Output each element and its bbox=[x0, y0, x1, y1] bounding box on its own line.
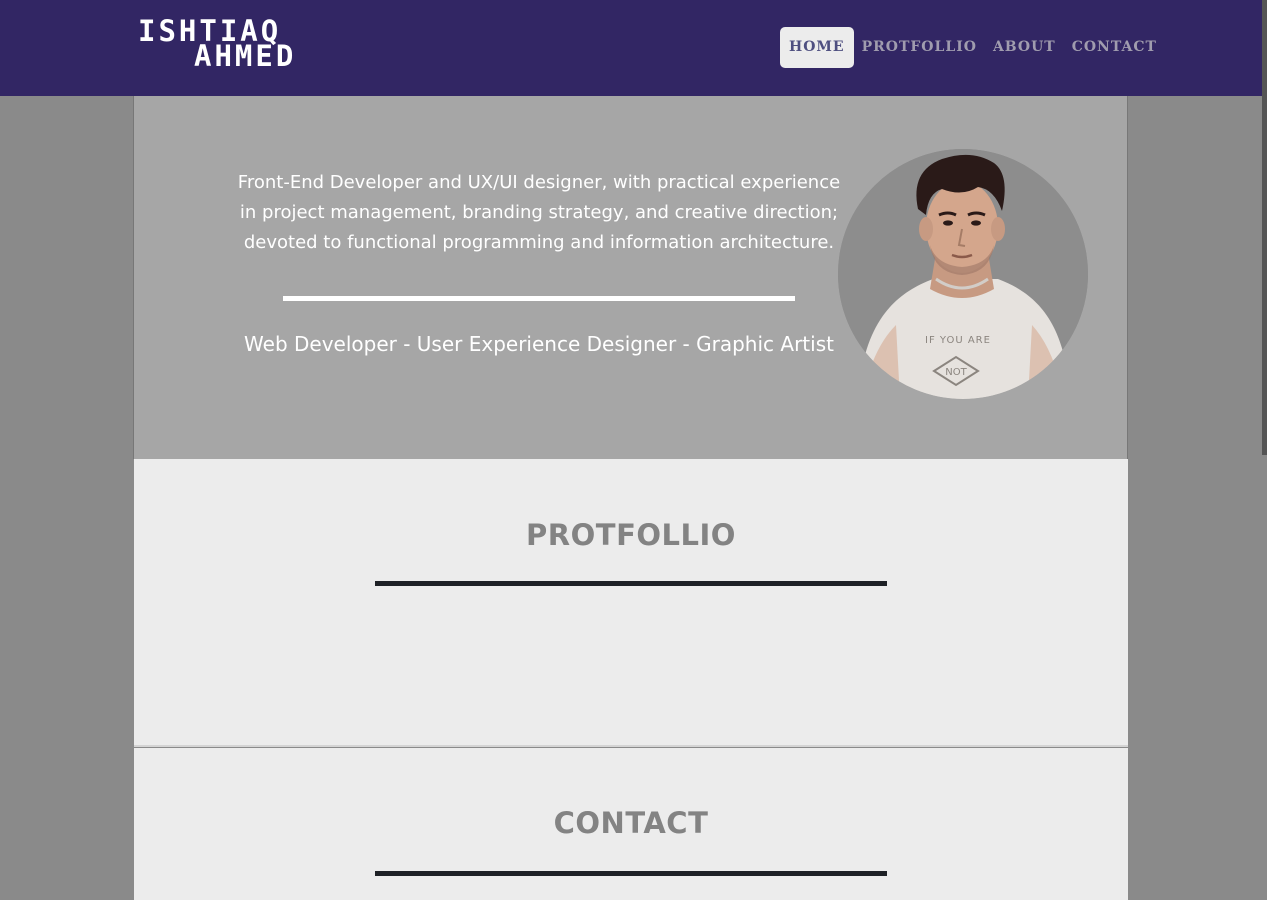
profile-photo-illustration: IF YOU ARE NOT bbox=[838, 149, 1088, 399]
hero-intro-text: Front-End Developer and UX/UI designer, … bbox=[237, 172, 841, 253]
nav-home-link[interactable]: HOME bbox=[780, 27, 854, 68]
contact-divider bbox=[375, 871, 887, 876]
portfolio-section: PROTFOLLIO bbox=[134, 459, 1128, 747]
nav-portfolio-link[interactable]: PROTFOLLIO bbox=[854, 27, 985, 68]
contact-heading: CONTACT bbox=[553, 806, 709, 840]
top-navbar: ISHTIAQ AHMED HOME PROTFOLLIO ABOUT CONT… bbox=[0, 0, 1262, 96]
scrollbar-thumb[interactable] bbox=[1262, 0, 1267, 455]
portfolio-divider bbox=[375, 581, 887, 586]
portfolio-heading: PROTFOLLIO bbox=[526, 518, 736, 552]
hero-roles-text: Web Developer - User Experience Designer… bbox=[244, 332, 834, 356]
page-container: Front-End Developer and UX/UI designer, … bbox=[133, 96, 1128, 900]
profile-avatar: IF YOU ARE NOT bbox=[838, 149, 1088, 399]
hero-divider bbox=[283, 296, 795, 301]
nav-about-link[interactable]: ABOUT bbox=[985, 27, 1064, 68]
main-nav: HOME PROTFOLLIO ABOUT CONTACT bbox=[780, 27, 1165, 68]
contact-section: CONTACT bbox=[134, 748, 1128, 900]
svg-text:IF YOU ARE: IF YOU ARE bbox=[925, 335, 991, 346]
svg-text:NOT: NOT bbox=[945, 367, 967, 378]
hero-section: Front-End Developer and UX/UI designer, … bbox=[133, 96, 1128, 459]
brand-logo[interactable]: ISHTIAQ AHMED bbox=[138, 14, 352, 74]
brand-logo-line-2: AHMED bbox=[194, 39, 297, 73]
nav-contact-link[interactable]: CONTACT bbox=[1064, 27, 1165, 68]
